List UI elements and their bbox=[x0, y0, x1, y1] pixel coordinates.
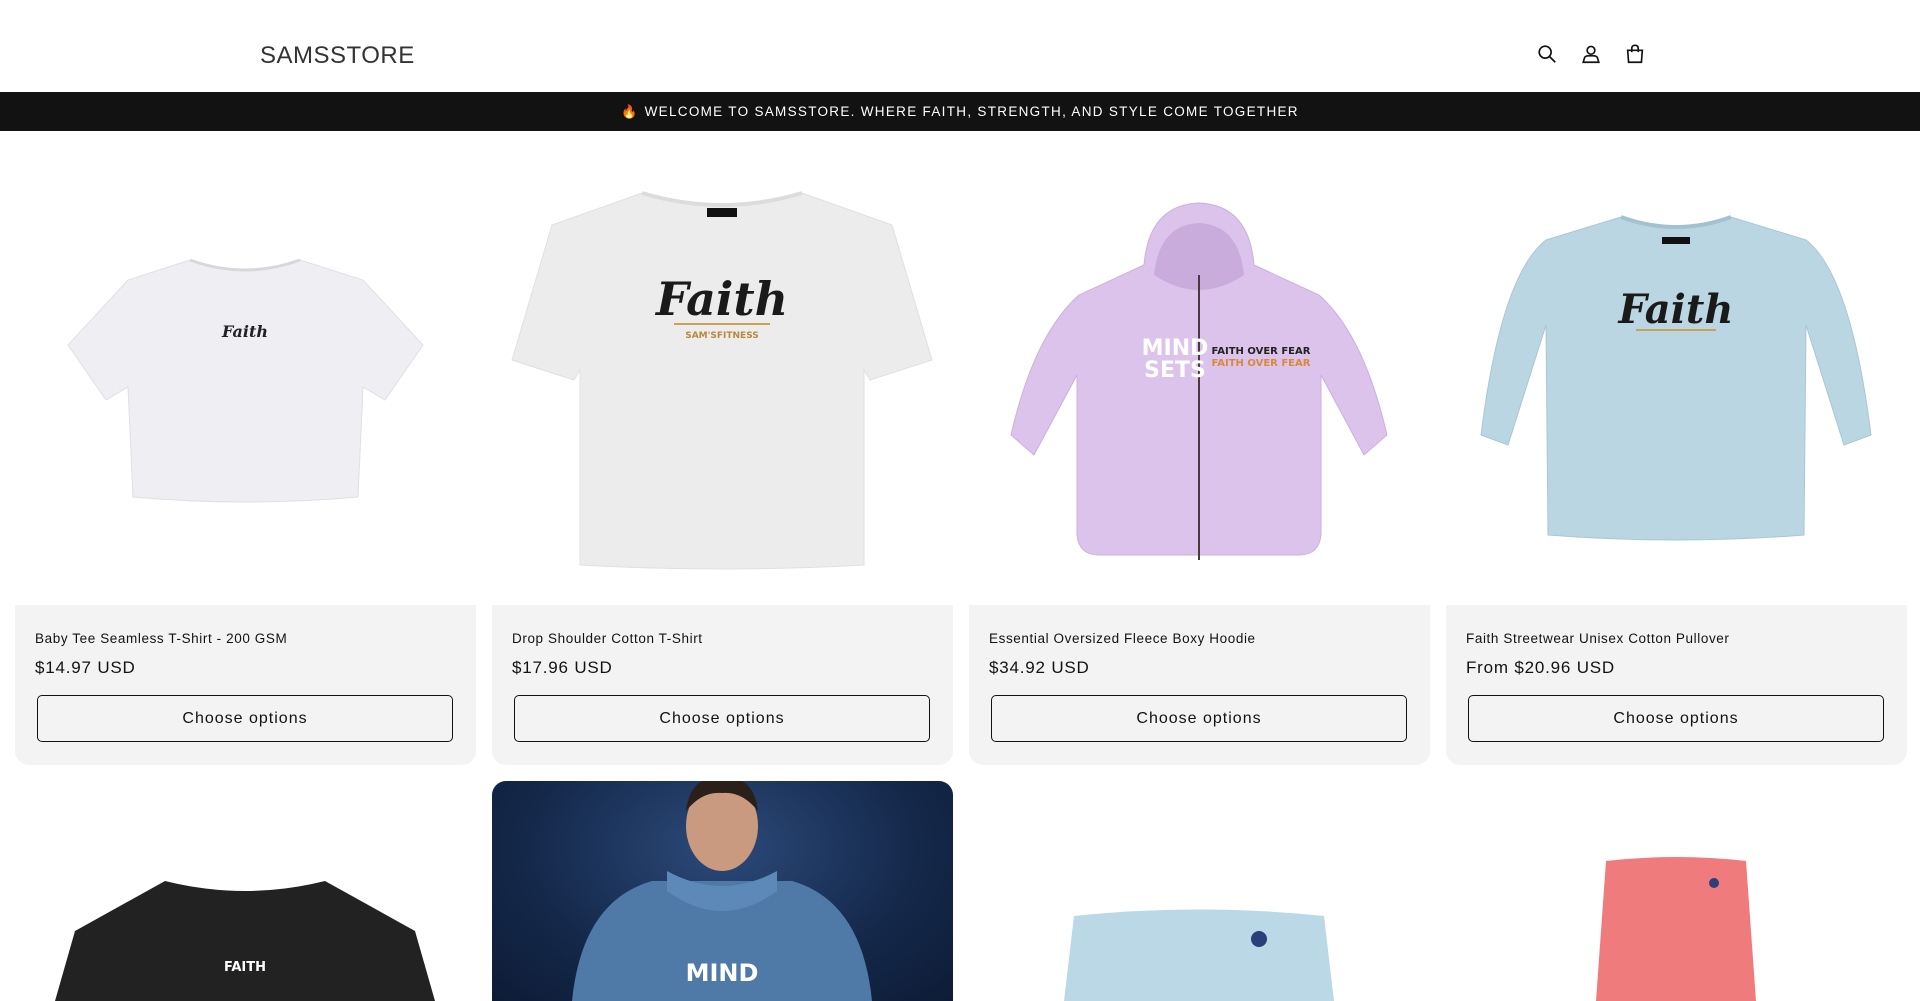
black-crop-tee-image: FAITH bbox=[55, 881, 435, 1001]
product-card[interactable]: FAITH bbox=[15, 781, 476, 1001]
coral-leggings-image bbox=[1596, 857, 1756, 1001]
product-image[interactable]: Faith SAM'SFITNESS bbox=[492, 155, 953, 605]
svg-text:Faith: Faith bbox=[654, 272, 788, 326]
product-image[interactable]: MIND bbox=[492, 781, 953, 1001]
product-price: From $20.96 USD bbox=[1466, 658, 1615, 677]
product-card[interactable]: MIND bbox=[492, 781, 953, 1001]
choose-options-button[interactable]: Choose options bbox=[514, 695, 930, 742]
svg-text:Faith: Faith bbox=[221, 322, 268, 341]
cart-icon[interactable] bbox=[1623, 42, 1647, 66]
svg-text:Faith: Faith bbox=[1618, 286, 1734, 333]
product-card[interactable]: Faith Baby Tee Seamless T-Shirt - 200 GS… bbox=[15, 155, 476, 765]
search-icon[interactable] bbox=[1535, 42, 1559, 66]
product-price: $14.97 USD bbox=[35, 658, 136, 677]
svg-text:SETS: SETS bbox=[1144, 358, 1206, 383]
product-title[interactable]: Baby Tee Seamless T-Shirt - 200 GSM bbox=[35, 631, 456, 649]
product-card[interactable]: Faith Faith Streetwear Unisex Cotton Pul… bbox=[1446, 155, 1907, 765]
product-card[interactable]: MIND SETS FAITH OVER FEAR FAITH OVER FEA… bbox=[969, 155, 1430, 765]
product-image[interactable]: Faith bbox=[1446, 155, 1907, 605]
lavender-zip-hoodie-image: MIND SETS FAITH OVER FEAR FAITH OVER FEA… bbox=[1010, 202, 1388, 560]
store-logo[interactable]: SAMSSTORE bbox=[260, 42, 415, 70]
product-title[interactable]: Drop Shoulder Cotton T-Shirt bbox=[512, 631, 933, 649]
account-icon[interactable] bbox=[1579, 42, 1603, 66]
site-header: SAMSSTORE bbox=[0, 0, 1920, 92]
product-price: $17.96 USD bbox=[512, 658, 613, 677]
svg-text:MIND: MIND bbox=[686, 959, 759, 987]
product-price: $34.92 USD bbox=[989, 658, 1090, 677]
product-image[interactable] bbox=[1446, 781, 1907, 1001]
product-card[interactable]: Faith SAM'SFITNESS Drop Shoulder Cotton … bbox=[492, 155, 953, 765]
choose-options-button[interactable]: Choose options bbox=[37, 695, 453, 742]
svg-text:FAITH OVER FEAR: FAITH OVER FEAR bbox=[1212, 346, 1311, 357]
product-grid: Faith Baby Tee Seamless T-Shirt - 200 GS… bbox=[15, 155, 1907, 1001]
choose-options-button[interactable]: Choose options bbox=[991, 695, 1407, 742]
product-card[interactable] bbox=[1446, 781, 1907, 1001]
flame-icon: 🔥 bbox=[621, 103, 639, 119]
announcement-text: WELCOME TO SAMSSTORE. WHERE FAITH, STREN… bbox=[644, 104, 1299, 119]
svg-text:SAM'SFITNESS: SAM'SFITNESS bbox=[685, 331, 759, 341]
choose-options-button[interactable]: Choose options bbox=[1468, 695, 1884, 742]
white-drop-shoulder-tee-image: Faith SAM'SFITNESS bbox=[511, 191, 933, 570]
product-image[interactable]: MIND SETS FAITH OVER FEAR FAITH OVER FEA… bbox=[969, 155, 1430, 605]
product-image[interactable] bbox=[969, 781, 1430, 1001]
product-card[interactable] bbox=[969, 781, 1430, 1001]
svg-text:FAITH OVER FEAR: FAITH OVER FEAR bbox=[1212, 358, 1311, 369]
product-title[interactable]: Essential Oversized Fleece Boxy Hoodie bbox=[989, 631, 1410, 649]
announcement-bar: 🔥 WELCOME TO SAMSSTORE. WHERE FAITH, STR… bbox=[0, 92, 1920, 131]
model-blue-hoodie-image: MIND bbox=[572, 781, 872, 1001]
product-image[interactable]: Faith bbox=[15, 155, 476, 605]
svg-text:FAITH: FAITH bbox=[224, 960, 266, 975]
header-icons bbox=[1535, 42, 1647, 66]
light-blue-shorts-image bbox=[1064, 909, 1334, 1001]
light-blue-pullover-image: Faith bbox=[1480, 215, 1872, 541]
white-baby-tee-image: Faith bbox=[67, 258, 424, 503]
product-image[interactable]: FAITH bbox=[15, 781, 476, 1001]
product-title[interactable]: Faith Streetwear Unisex Cotton Pullover bbox=[1466, 631, 1887, 649]
